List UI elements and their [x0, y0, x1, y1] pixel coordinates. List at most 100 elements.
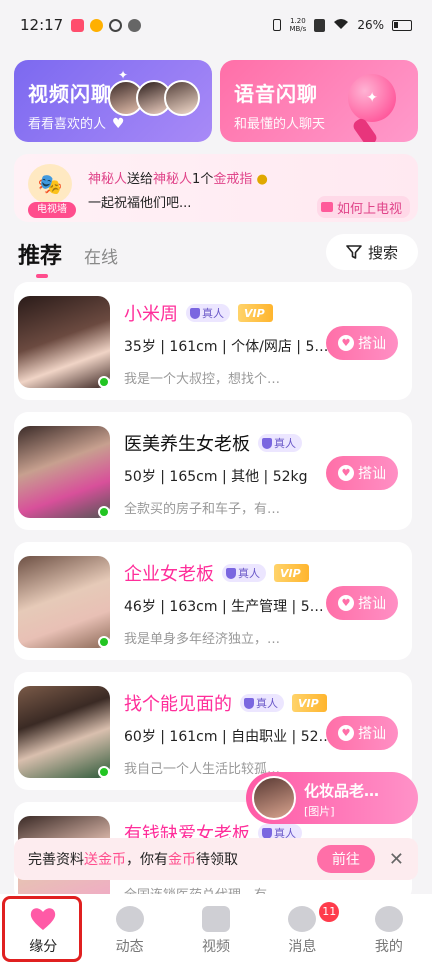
profile-desc: 我是单身多年经济独立，…: [124, 632, 281, 647]
online-indicator: [98, 376, 110, 388]
receiver-name: 神秘人: [153, 172, 193, 187]
video-chat-banner[interactable]: 视频闪聊 看看喜欢的人 ✦ ♥: [14, 60, 212, 142]
vip-badge: VIP: [292, 694, 327, 712]
promo-text: 待领取: [196, 852, 238, 868]
net-speed: 1.20 MB/s: [289, 17, 306, 33]
weibo-icon: [90, 18, 104, 32]
verified-badge: 真人: [258, 434, 302, 452]
tv-wall-tag: 电视墙: [28, 202, 76, 218]
verified-badge: 真人: [222, 564, 266, 582]
heart-icon: ♥: [338, 595, 354, 611]
active-tab-highlight: [2, 896, 82, 962]
banner-avatars: [108, 80, 200, 116]
tab-recommend[interactable]: 推荐: [18, 238, 62, 278]
profile-name: 企业女老板: [124, 564, 214, 585]
greet-label: 搭讪: [358, 466, 386, 482]
profile-photo[interactable]: [18, 556, 110, 648]
vibrate-icon: [273, 19, 282, 31]
greet-label: 搭讪: [358, 726, 386, 742]
planet-icon: [115, 906, 144, 932]
sent-to-text: 送给: [127, 172, 154, 187]
online-indicator: [98, 766, 110, 778]
greet-button[interactable]: ♥ 搭讪: [326, 456, 398, 490]
app-notification-icon: [71, 18, 85, 32]
shield-icon: [262, 437, 272, 449]
notification-icons: [71, 18, 142, 32]
verified-badge: 真人: [186, 304, 230, 322]
profile-photo[interactable]: [18, 426, 110, 518]
greet-button[interactable]: ♥ 搭讪: [326, 586, 398, 620]
tab-label: 消息: [288, 939, 317, 955]
go-button[interactable]: 前往: [316, 845, 375, 873]
tab-label: 动态: [115, 939, 144, 955]
profile-name: 医美养生女老板: [124, 434, 250, 455]
vip-badge: VIP: [274, 564, 309, 582]
floating-chat-bubble[interactable]: 化妆品老… [图片]: [246, 772, 418, 824]
profile-photo[interactable]: [18, 686, 110, 778]
feed-tabs: 推荐 在线: [18, 238, 118, 278]
profile-card[interactable]: 小米周 真人 VIP 35岁 | 161cm | 个体/网店 | 5… 我是一个…: [14, 282, 412, 400]
chat-avatar: [252, 776, 296, 820]
promo-text: 完善资料: [28, 852, 84, 868]
battery-percent: 26%: [357, 18, 384, 32]
unread-badge: 11: [319, 902, 340, 922]
close-icon[interactable]: ✕: [389, 849, 404, 870]
tv-link-label: 如何上电视: [336, 201, 402, 217]
gift-name: 金戒指: [213, 172, 253, 187]
shield-icon: [226, 567, 236, 579]
tv-wall-broadcast[interactable]: 🎭 电视墙 神秘人送给神秘人1个金戒指 ● 一起祝福他们吧... 如何上电视: [14, 154, 418, 222]
avatar: [164, 80, 200, 116]
tab-label: 我的: [374, 939, 403, 955]
profile-name: 找个能见面的: [124, 694, 232, 715]
chat-message-preview: [图片]: [304, 805, 335, 818]
greet-label: 搭讪: [358, 596, 386, 612]
sim-icon: [314, 18, 326, 32]
voice-chat-banner[interactable]: 语音闪聊 和最懂的人聊天 ✦: [220, 60, 418, 142]
wifi-icon: [333, 18, 349, 33]
battery-icon: [392, 19, 412, 31]
chat-sender-name: 化妆品老…: [304, 782, 380, 800]
profile-info: 50岁 | 165cm | 其他 | 52kg: [124, 469, 308, 485]
verified-label: 真人: [202, 307, 224, 320]
profile-photo[interactable]: [18, 296, 110, 388]
tab-online[interactable]: 在线: [84, 243, 118, 268]
tab-moments[interactable]: 动态: [86, 894, 172, 964]
sender-name: 神秘人: [88, 172, 128, 187]
video-icon: [202, 906, 231, 932]
chat-icon: [288, 906, 317, 932]
shield-icon: [244, 697, 254, 709]
promo-highlight: 金币: [168, 852, 196, 868]
promo-text: ，你有: [126, 852, 168, 868]
how-to-get-on-tv-link[interactable]: 如何上电视: [316, 196, 410, 218]
broadcast-line1: 神秘人送给神秘人1个金戒指 ●: [88, 168, 268, 187]
sync-icon: [109, 18, 123, 32]
heart-icon: ♥: [112, 116, 125, 132]
search-label: 搜索: [367, 243, 398, 262]
online-indicator: [98, 636, 110, 648]
profile-desc: 全款买的房子和车子，有…: [124, 502, 281, 517]
status-bar: 12:17 1.20 MB/s 26%: [0, 0, 432, 50]
ring-icon: ●: [256, 172, 268, 187]
promo-highlight: 送金币: [84, 852, 126, 868]
greet-button[interactable]: ♥ 搭讪: [326, 326, 398, 360]
sparkle-icon: ✦: [366, 90, 378, 106]
greet-button[interactable]: ♥ 搭讪: [326, 716, 398, 750]
mask-avatar-icon: 🎭: [28, 164, 72, 204]
profile-card[interactable]: 医美养生女老板 真人 50岁 | 165cm | 其他 | 52kg 全款买的房…: [14, 412, 412, 530]
profile-desc: 我自己一个人生活比较孤…: [124, 762, 281, 777]
search-button[interactable]: 搜索: [326, 234, 418, 270]
profile-icon: [374, 906, 403, 932]
profile-card[interactable]: 企业女老板 真人 VIP 46岁 | 163cm | 生产管理 | 5… 我是单…: [14, 542, 412, 660]
tab-messages[interactable]: 消息 11: [259, 894, 345, 964]
tab-me[interactable]: 我的: [346, 894, 432, 964]
tab-video[interactable]: 视频: [173, 894, 259, 964]
verified-badge: 真人: [240, 694, 284, 712]
verified-label: 真人: [274, 437, 296, 450]
online-indicator: [98, 506, 110, 518]
gift-count: 1个: [192, 172, 214, 187]
shield-icon: [190, 307, 200, 319]
vip-badge: VIP: [238, 304, 273, 322]
app-grid-icon: [128, 18, 142, 32]
profile-desc: 我是一个大叔控，想找个…: [124, 372, 281, 387]
coin-promo-bar: 完善资料 送金币 ，你有 金币 待领取 前往 ✕: [14, 838, 418, 880]
